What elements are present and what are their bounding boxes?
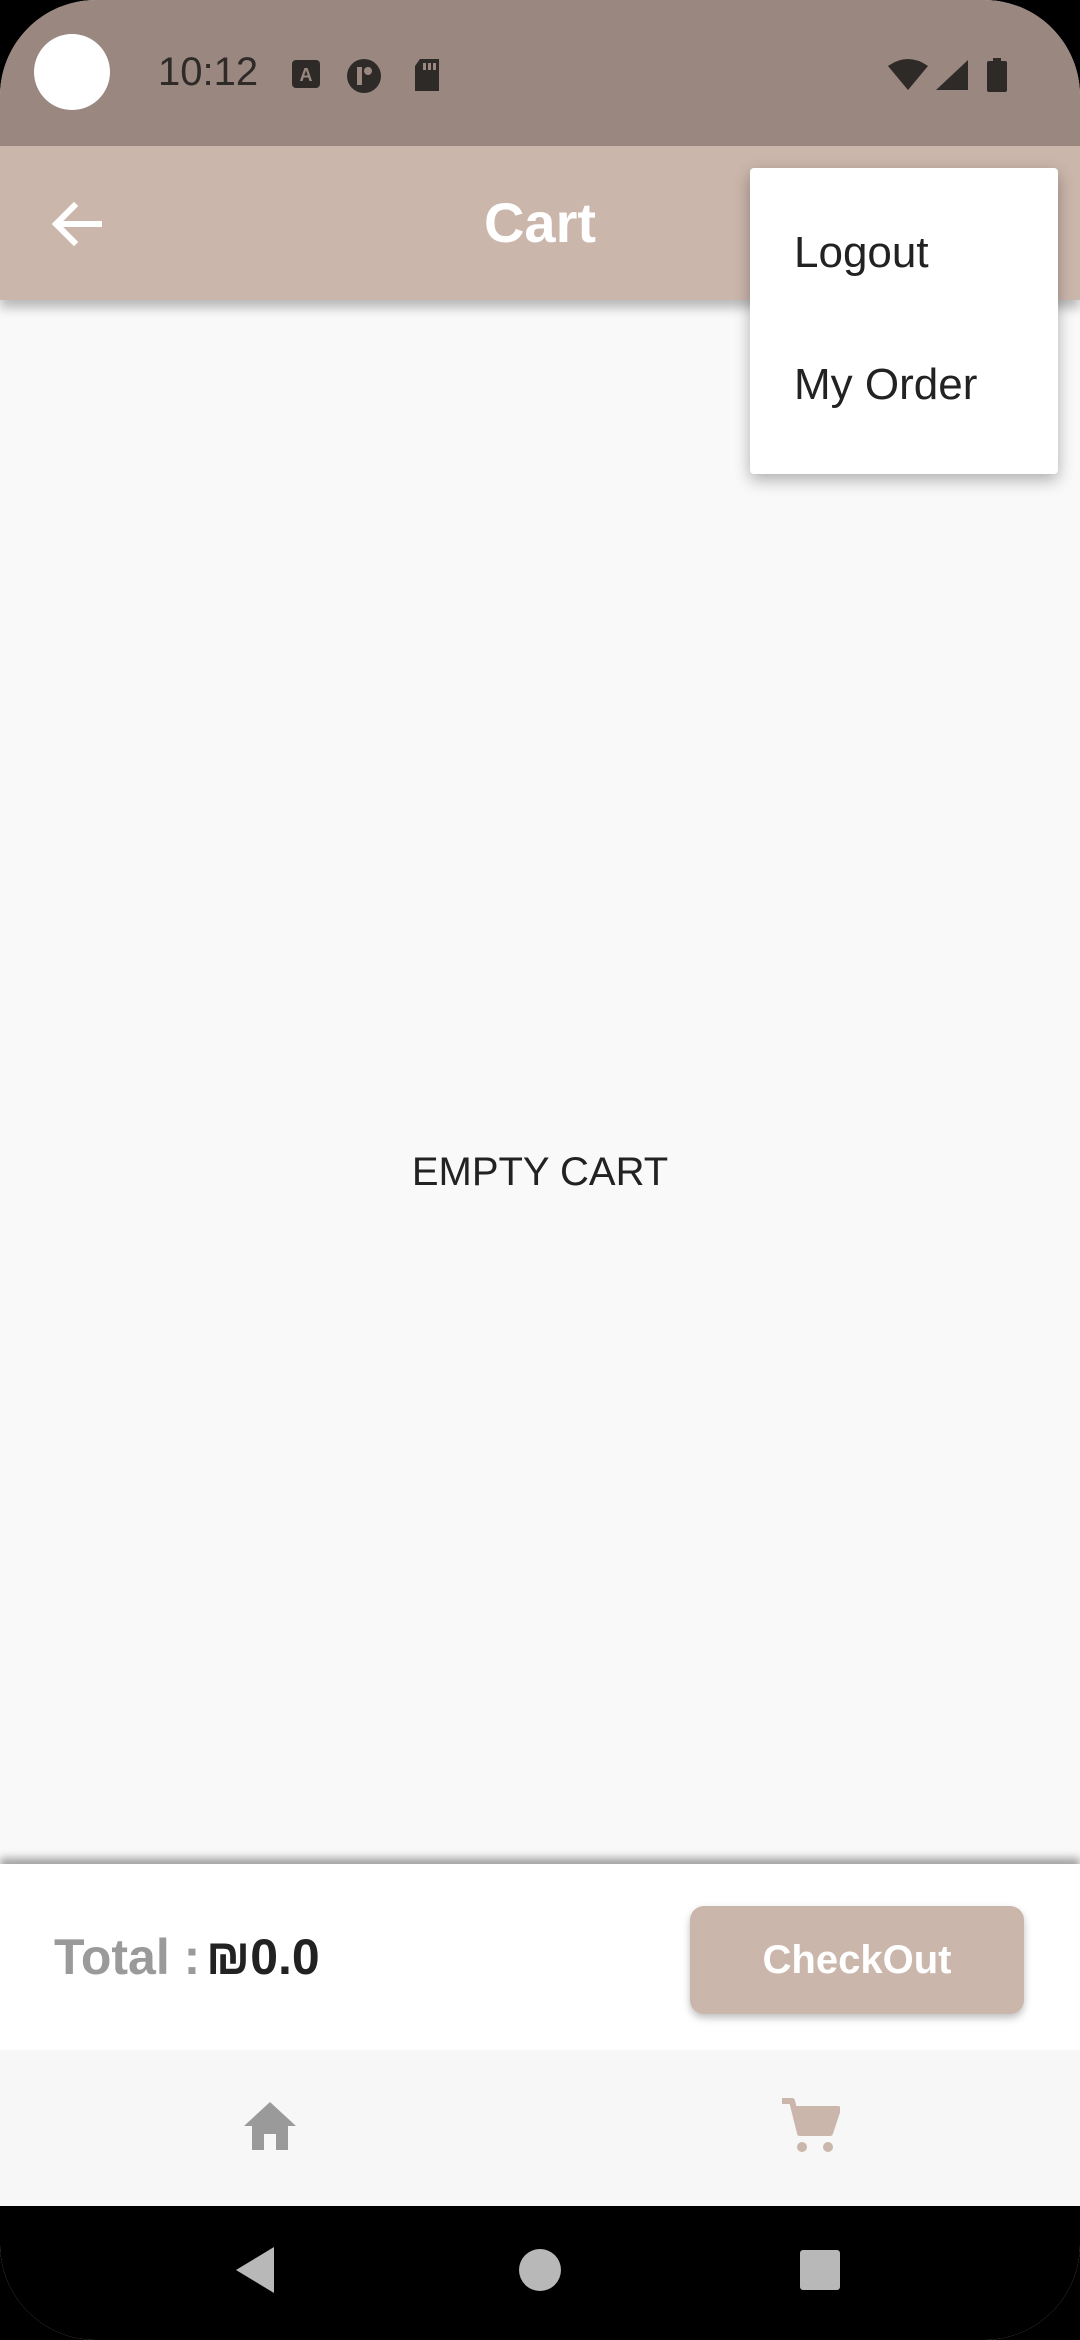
checkout-button[interactable]: CheckOut	[690, 1906, 1024, 2014]
nav-item-home[interactable]	[220, 2078, 320, 2178]
camera-cutout	[34, 34, 110, 110]
system-recents-button[interactable]	[790, 2242, 850, 2302]
cart-icon	[780, 2097, 841, 2160]
font-a-icon: A	[290, 58, 322, 90]
system-back-button[interactable]	[226, 2242, 286, 2302]
status-bar: 10:12 A	[0, 0, 1080, 146]
nav-item-cart[interactable]	[760, 2078, 860, 2178]
overflow-menu: Logout My Order	[750, 168, 1058, 474]
square-recents-icon	[798, 2248, 842, 2297]
menu-item-my-order[interactable]: My Order	[794, 360, 977, 410]
total-label: Total :	[54, 1929, 201, 1985]
status-time: 10:12	[158, 50, 259, 94]
svg-text:A: A	[300, 65, 313, 85]
battery-icon	[986, 58, 1010, 92]
cart-content: EMPTY CART	[0, 300, 1080, 1864]
home-icon	[242, 2100, 298, 2157]
bottom-nav	[0, 2050, 1080, 2206]
triangle-back-icon	[234, 2245, 278, 2300]
total-bar: Total : ₪0.0 CheckOut	[0, 1864, 1080, 2050]
app-notification-icon	[346, 58, 381, 93]
system-home-button[interactable]	[510, 2242, 570, 2302]
menu-item-logout[interactable]: Logout	[794, 228, 929, 278]
circle-home-icon	[518, 2248, 562, 2297]
cell-signal-icon	[934, 58, 970, 90]
sd-card-icon	[412, 58, 444, 91]
phone-screen: 10:12 A Cart EMPTY CART Logout My Order …	[0, 0, 1080, 2340]
wifi-icon	[886, 58, 930, 90]
total-value: ₪0.0	[206, 1929, 320, 1985]
system-nav-bar	[0, 2206, 1080, 2340]
empty-cart-message: EMPTY CART	[411, 1150, 669, 1194]
